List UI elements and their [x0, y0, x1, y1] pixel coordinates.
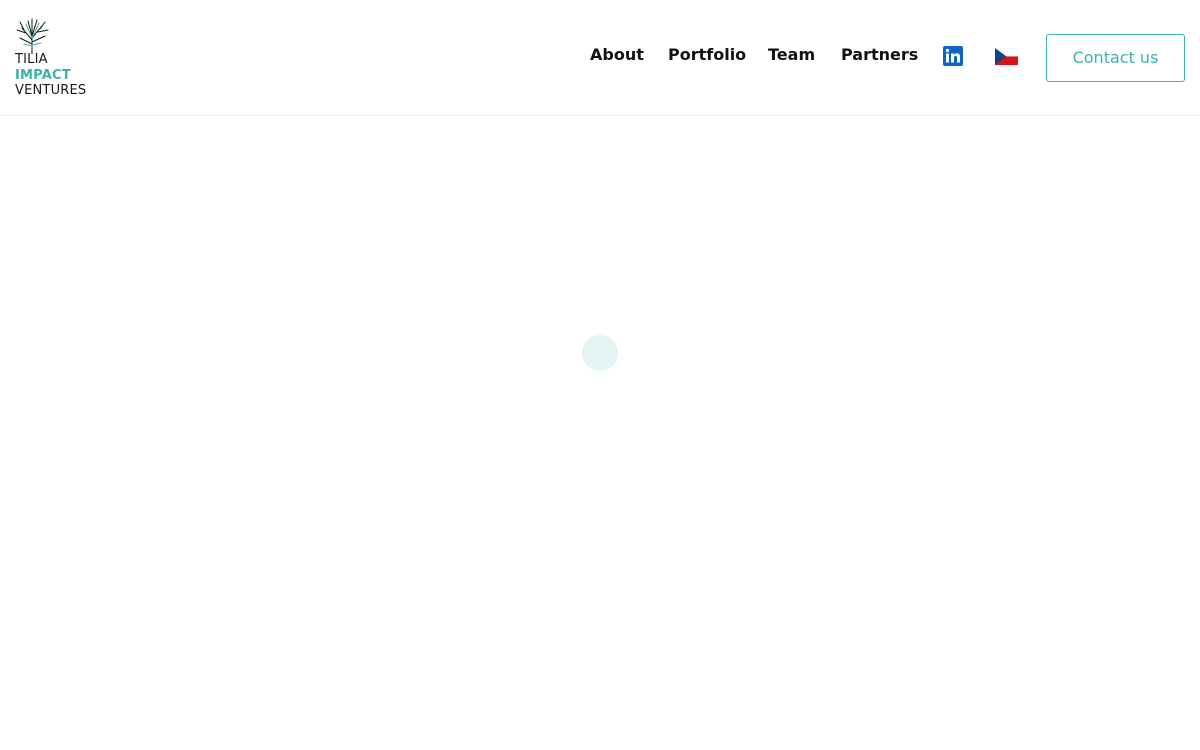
logo-text-tilia: TILIA	[15, 52, 48, 67]
contact-us-button[interactable]: Contact us	[1046, 34, 1185, 82]
logo-text-impact: IMPACT	[15, 68, 71, 83]
nav-link-team[interactable]: Team	[768, 45, 815, 65]
nav-link-partners[interactable]: Partners	[841, 45, 918, 65]
linkedin-icon[interactable]	[943, 46, 963, 66]
tree-icon	[16, 18, 49, 54]
site-logo[interactable]: TILIA IMPACT VENTURES	[14, 18, 104, 100]
czech-flag-icon[interactable]	[994, 47, 1019, 65]
loading-spinner-icon	[582, 335, 618, 371]
site-header: TILIA IMPACT VENTURES About Portfolio Te…	[0, 0, 1200, 116]
logo-text-ventures: VENTURES	[15, 83, 87, 98]
nav-link-about[interactable]: About	[590, 45, 644, 65]
nav-link-portfolio[interactable]: Portfolio	[668, 45, 746, 65]
